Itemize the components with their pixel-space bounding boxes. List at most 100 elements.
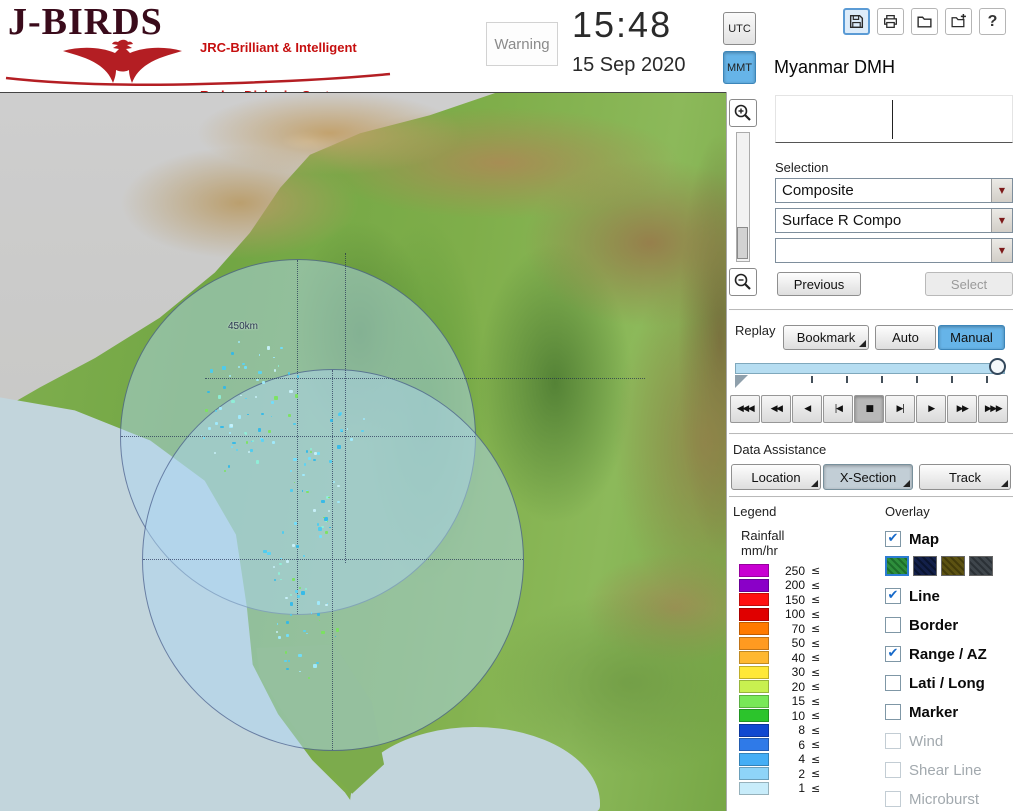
overlay-checkbox-border[interactable] [885, 617, 901, 633]
bookmark-button[interactable]: Bookmark [783, 325, 869, 350]
station-list-box[interactable] [775, 95, 1013, 143]
radar-map-canvas[interactable]: 450km [0, 92, 726, 811]
map-style-green-button[interactable] [885, 556, 909, 576]
legend-value: 6 [798, 737, 805, 752]
replay-slider-thumb[interactable] [989, 358, 1006, 375]
slider-tick [986, 376, 988, 383]
playback-fast-rewind-button[interactable]: ◀◀◀ [730, 395, 760, 423]
product-dropdown[interactable]: Surface R Compo ▼ [775, 208, 1013, 233]
radar-echo-dot [329, 526, 331, 528]
playback-skip-end-button[interactable]: ▶▶▶ [978, 395, 1008, 423]
radar-echo-dot [298, 653, 302, 657]
replay-slider-track[interactable] [735, 363, 1005, 374]
zoom-slider-thumb[interactable] [737, 227, 748, 259]
radar-echo-dot [289, 593, 292, 597]
playback-step-forward-button[interactable]: ▶| [885, 395, 915, 423]
print-button[interactable] [877, 8, 904, 35]
data-assistance-label: Data Assistance [733, 442, 827, 457]
overlay-checkbox-range-az[interactable]: ✔ [885, 646, 901, 662]
radar-echo-dot [313, 452, 318, 455]
playback-stop-button[interactable]: ■ [854, 395, 884, 423]
zoom-in-button[interactable] [729, 99, 757, 127]
radar-echo-dot [316, 522, 320, 526]
overlay-checkbox-marker[interactable] [885, 704, 901, 720]
radar-echo-dot [244, 365, 247, 369]
legend-suffix: ≤ [811, 622, 821, 635]
open-button[interactable] [911, 8, 938, 35]
radar-echo-dot [274, 396, 278, 400]
select-button[interactable]: Select [925, 272, 1013, 296]
utc-button[interactable]: UTC [723, 12, 756, 45]
playback-rewind-button[interactable]: ◀◀ [761, 395, 791, 423]
legend-row: 4 ≤ [739, 752, 869, 766]
overlay-checkbox-wind [885, 733, 901, 749]
radar-echo-dot [288, 372, 291, 375]
radar-echo-dot [281, 531, 285, 534]
clock-time: 15:48 [572, 4, 673, 45]
export-button[interactable] [945, 8, 972, 35]
chevron-down-icon[interactable]: ▼ [991, 209, 1012, 232]
overlay-checkbox-lati-long[interactable] [885, 675, 901, 691]
zoom-out-button[interactable] [729, 268, 757, 296]
radar-echo-dot [292, 578, 296, 582]
legend-unit-line2: mm/hr [741, 543, 778, 558]
chevron-down-icon[interactable]: ▼ [991, 239, 1012, 262]
replay-slider-start-marker [735, 375, 748, 388]
overlay-checkbox-line[interactable]: ✔ [885, 588, 901, 604]
composite-dropdown[interactable]: Composite ▼ [775, 178, 1013, 203]
legend-swatch [739, 709, 769, 722]
organization-name: Myanmar DMH [774, 57, 896, 77]
previous-button[interactable]: Previous [777, 272, 861, 296]
station-list-divider [892, 100, 893, 139]
replay-label: Replay [735, 323, 776, 338]
radar-echo-dot [313, 459, 316, 462]
playback-fast-forward-button[interactable]: ▶▶ [947, 395, 977, 423]
radar-echo-dot [278, 562, 283, 566]
legend-value: 8 [798, 723, 805, 737]
playback-step-back-button[interactable]: |◀ [823, 395, 853, 423]
legend-value: 70 [791, 621, 805, 636]
legend-value: 100 [784, 607, 805, 621]
legend-value: 2 [798, 766, 805, 781]
map-style-gray-button[interactable] [969, 556, 993, 576]
radar-echo-dot [273, 356, 276, 359]
save-button[interactable] [843, 8, 870, 35]
radar-echo-dot [316, 452, 321, 455]
legend-suffix: ≤ [811, 665, 821, 679]
sub-product-dropdown[interactable]: ▼ [775, 238, 1013, 263]
header-bar: J-BIRDS JRC-Brilliant & Intelligent Rada… [0, 0, 1030, 103]
radar-echo-dot [296, 595, 300, 599]
chevron-down-icon[interactable]: ▼ [991, 179, 1012, 202]
radar-echo-dot [231, 352, 234, 355]
folder-icon [917, 16, 932, 28]
auto-button[interactable]: Auto [875, 325, 936, 350]
radar-echo-dot [218, 395, 222, 399]
location-button[interactable]: Location [731, 464, 821, 490]
map-style-navy-button[interactable] [913, 556, 937, 576]
zoom-slider-track[interactable] [736, 132, 750, 262]
map-style-olive-button[interactable] [941, 556, 965, 576]
overlay-row-marker: Marker [885, 703, 1030, 721]
radar-echo-dot [276, 631, 278, 633]
track-button[interactable]: Track [919, 464, 1011, 490]
help-button[interactable]: ? [979, 8, 1006, 35]
toolbar: ? [843, 8, 1006, 35]
radar-echo-dot [261, 439, 265, 443]
radar-echo-dot [321, 631, 325, 634]
radar-echo-dot [313, 664, 317, 668]
overlay-checkbox-map[interactable]: ✔ [885, 531, 901, 547]
radar-echo-dot [337, 500, 340, 503]
radar-echo-dot [312, 508, 316, 512]
radar-echo-dot [270, 415, 273, 418]
radar-echo-dot [285, 651, 288, 654]
x-section-button[interactable]: X-Section [823, 464, 913, 490]
radar-echo-dot [251, 440, 254, 443]
manual-button[interactable]: Manual [938, 325, 1005, 350]
radar-echo-dot [307, 677, 310, 680]
mmt-button[interactable]: MMT [723, 51, 756, 84]
radar-echo-dot [240, 394, 242, 397]
slider-tick [916, 376, 918, 383]
radar-echo-dot [289, 469, 292, 472]
playback-play-button[interactable]: ▶ [916, 395, 946, 423]
playback-play-backward-button[interactable]: ◀ [792, 395, 822, 423]
